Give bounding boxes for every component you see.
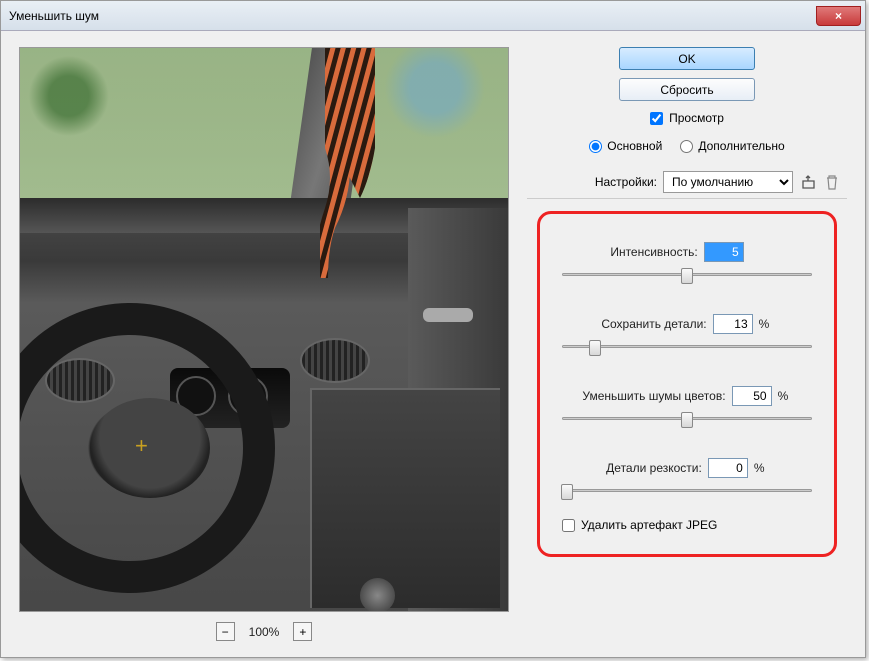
settings-preset-select[interactable]: По умолчанию [663, 171, 793, 193]
sharpen-slider[interactable] [562, 482, 812, 500]
controls-column: OK Сбросить Просмотр Основной Дополнител… [527, 47, 847, 641]
zoom-controls: − 100% + [19, 622, 509, 641]
sharpen-input[interactable] [708, 458, 748, 478]
color-noise-slider[interactable] [562, 410, 812, 428]
strength-group: Интенсивность: [562, 242, 812, 284]
jpeg-artifact-checkbox[interactable] [562, 519, 575, 532]
preview-checkbox[interactable] [650, 112, 663, 125]
preview-toggle: Просмотр [650, 111, 724, 125]
mode-advanced-radio[interactable] [680, 140, 693, 153]
plus-icon: + [299, 626, 306, 638]
close-button[interactable]: × [816, 6, 861, 26]
preview-column: + − 100% + [19, 47, 509, 641]
color-noise-input[interactable] [732, 386, 772, 406]
reset-button[interactable]: Сбросить [619, 78, 755, 101]
settings-row: Настройки: По умолчанию [527, 171, 847, 199]
zoom-level: 100% [249, 625, 280, 639]
mode-advanced-label: Дополнительно [698, 139, 784, 153]
mode-basic-radio[interactable] [589, 140, 602, 153]
highlighted-panel: Интенсивность: Сохранить детали: % [537, 211, 837, 557]
preview-image[interactable]: + [19, 47, 509, 612]
preview-label: Просмотр [669, 111, 724, 125]
window-title: Уменьшить шум [9, 9, 99, 23]
save-preset-icon[interactable] [799, 173, 817, 191]
minus-icon: − [222, 626, 229, 638]
color-noise-group: Уменьшить шумы цветов: % [562, 386, 812, 428]
zoom-out-button[interactable]: − [216, 622, 235, 641]
close-icon: × [835, 9, 842, 23]
chevrolet-logo-icon: + [135, 433, 165, 463]
mode-row: Основной Дополнительно [589, 139, 784, 153]
ok-button[interactable]: OK [619, 47, 755, 70]
jpeg-artifact-row: Удалить артефакт JPEG [562, 518, 812, 532]
sharpen-label: Детали резкости: [606, 461, 702, 475]
jpeg-artifact-label: Удалить артефакт JPEG [581, 518, 717, 532]
preserve-slider[interactable] [562, 338, 812, 356]
titlebar: Уменьшить шум × [1, 1, 865, 31]
preserve-label: Сохранить детали: [601, 317, 706, 331]
settings-label: Настройки: [595, 175, 657, 189]
strength-slider[interactable] [562, 266, 812, 284]
reduce-noise-dialog: Уменьшить шум × + [0, 0, 866, 658]
strength-input[interactable] [704, 242, 744, 262]
dialog-content: + − 100% + [1, 31, 865, 657]
sharpen-group: Детали резкости: % [562, 458, 812, 500]
delete-preset-icon[interactable] [823, 173, 841, 191]
preserve-input[interactable] [713, 314, 753, 334]
zoom-in-button[interactable]: + [293, 622, 312, 641]
strength-label: Интенсивность: [610, 245, 697, 259]
color-noise-label: Уменьшить шумы цветов: [582, 389, 725, 403]
preserve-group: Сохранить детали: % [562, 314, 812, 356]
ribbon-decoration [320, 48, 380, 278]
mode-basic-label: Основной [607, 139, 662, 153]
